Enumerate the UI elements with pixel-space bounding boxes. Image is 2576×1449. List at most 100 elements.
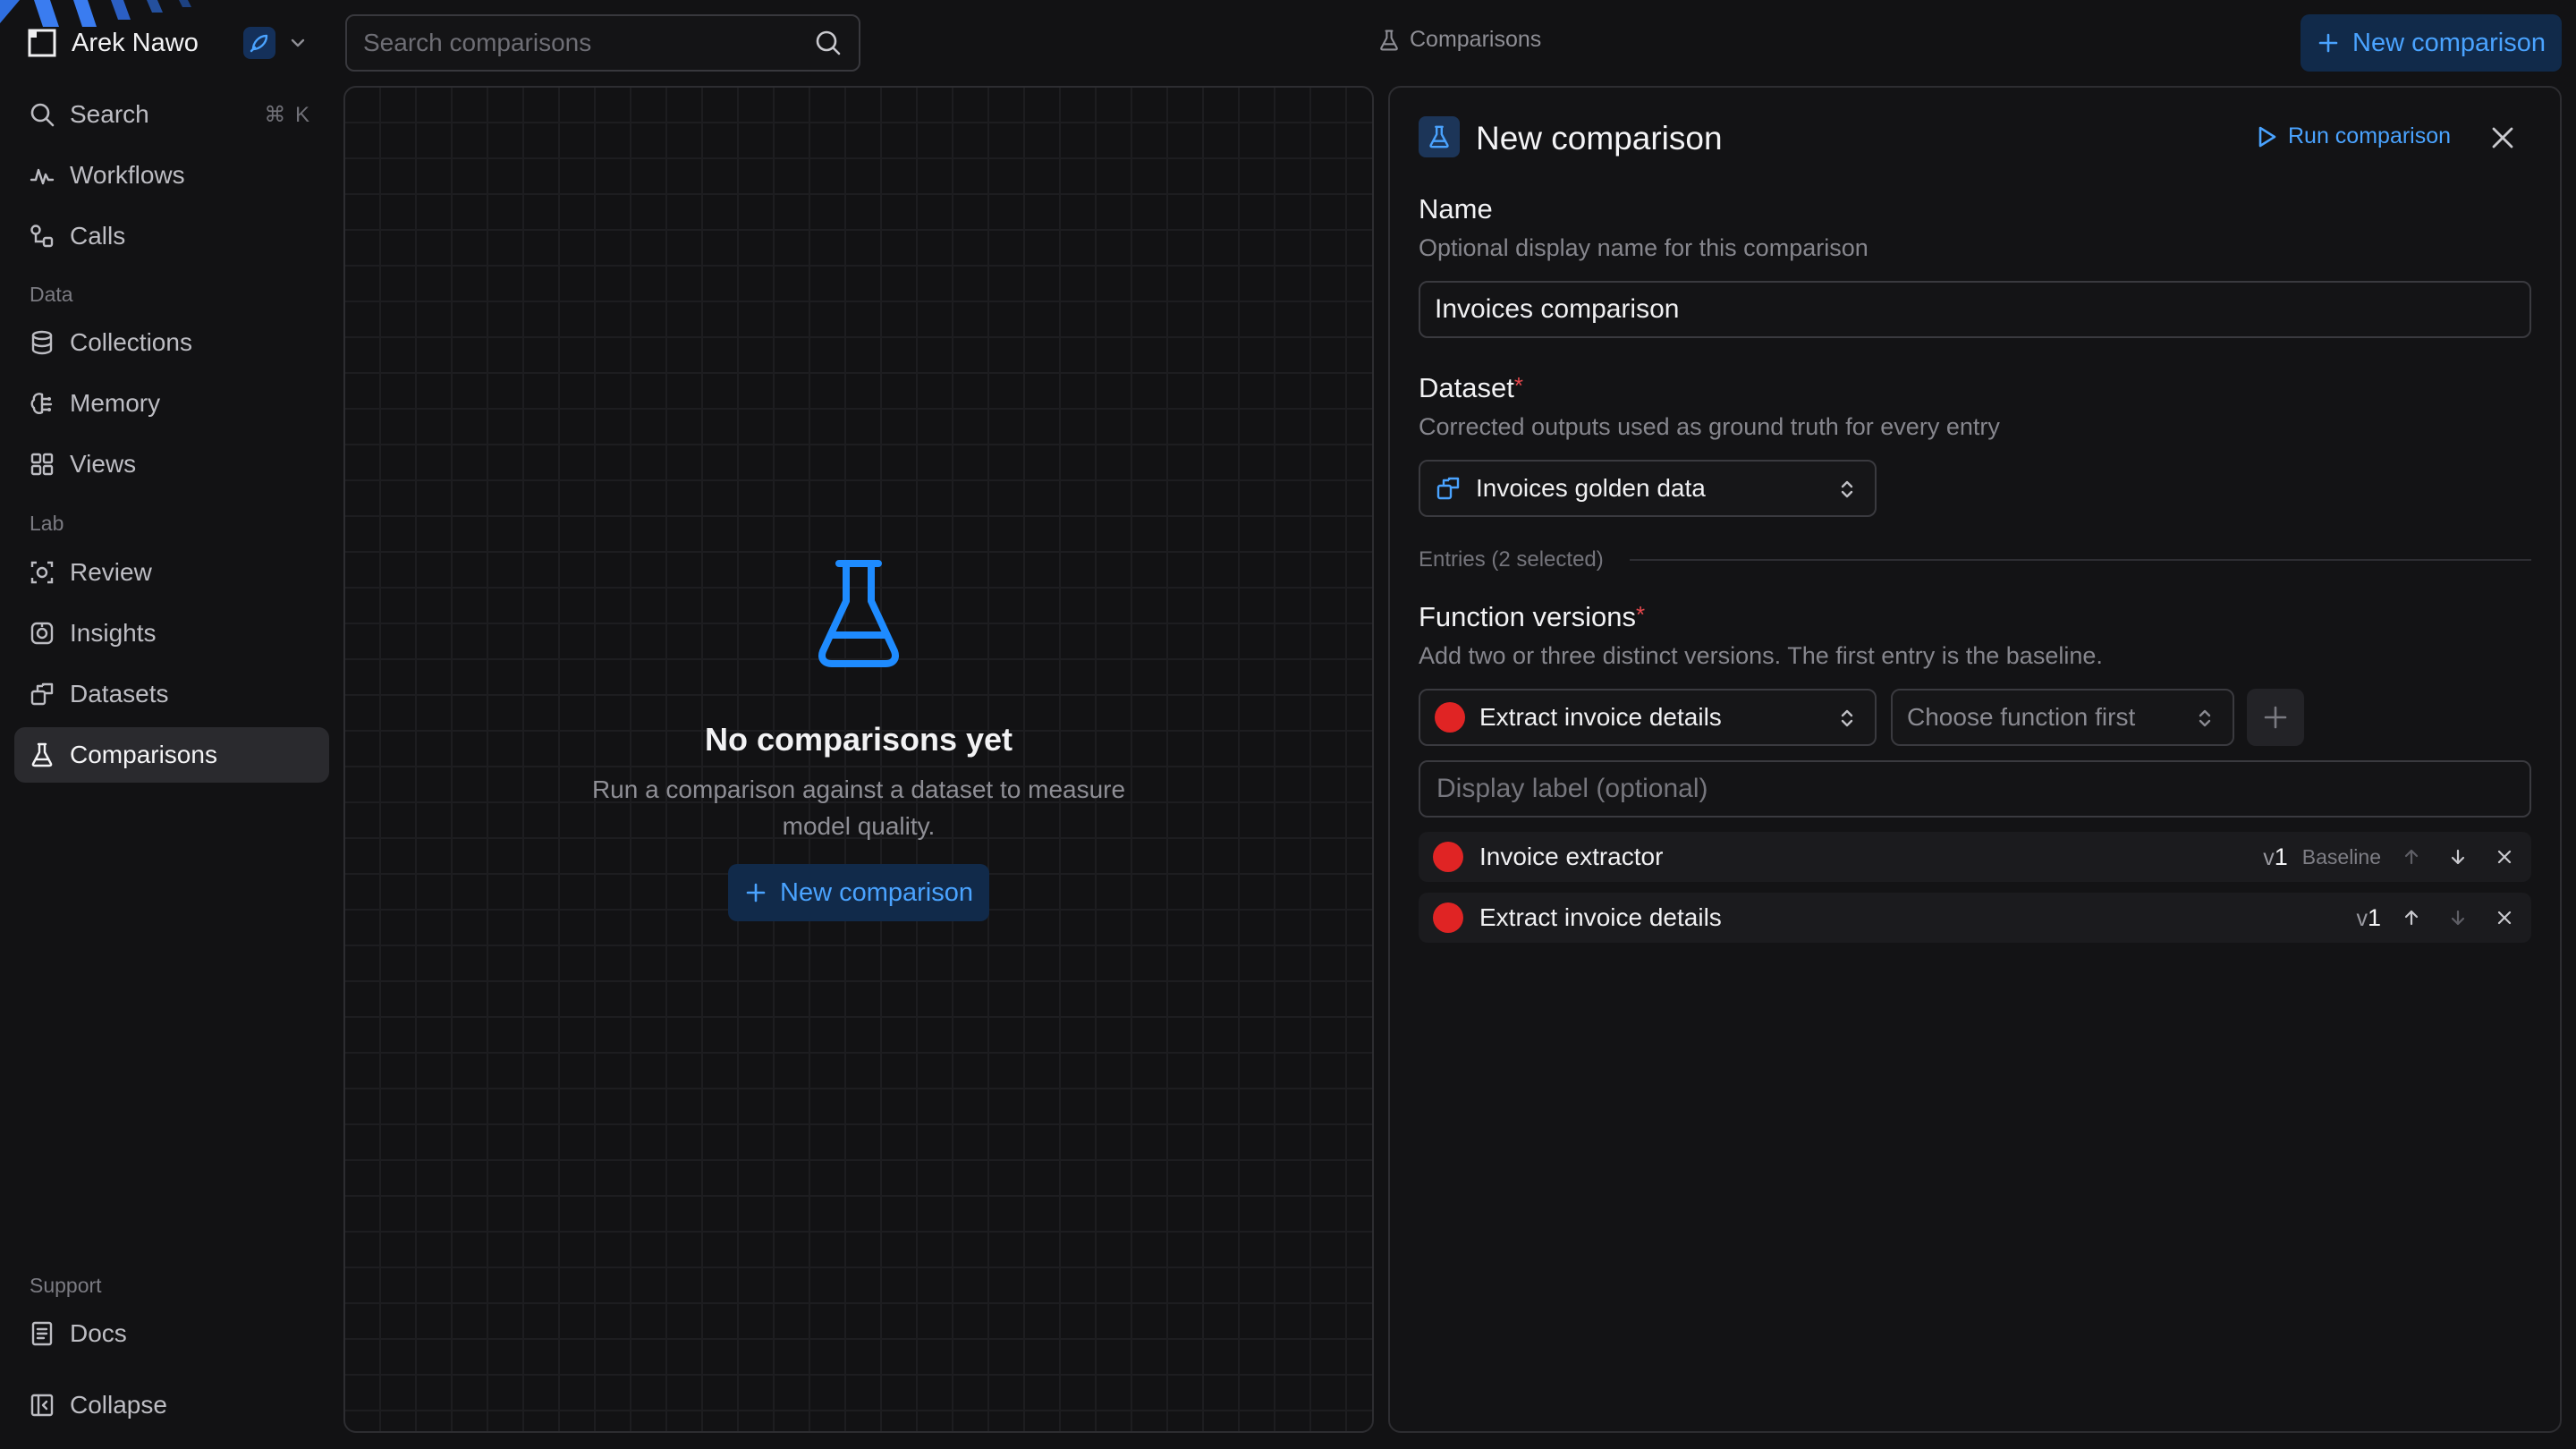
project-switcher[interactable] [243,27,308,59]
sidebar-item-label: Collapse [70,1391,167,1419]
run-comparison-button[interactable]: Run comparison [2254,123,2451,149]
workspace-switcher[interactable]: Arek Nawo [27,21,199,64]
chevron-up-down-icon [1841,709,1853,727]
brain-icon [30,393,53,414]
function-status-dot [1433,842,1463,872]
sidebar-item-calls[interactable]: Calls [14,208,329,264]
database-icon [31,330,53,355]
search-icon[interactable] [814,29,843,57]
sidebar-collapse-button[interactable]: Collapse [14,1377,329,1433]
grid-icon [30,453,54,476]
version-select-placeholder: Choose function first [1907,703,2136,731]
move-up-button[interactable] [2395,841,2428,873]
breadcrumb: Comparisons [1377,27,1541,53]
sidebar-item-review[interactable]: Review [14,545,329,600]
workspace-logo-icon [28,29,56,57]
sidebar-item-collections[interactable]: Collections [14,315,329,370]
empty-state-description: Run a comparison against a dataset to me… [591,775,1126,840]
section-label-support: Support [30,1274,102,1297]
calls-icon [30,225,54,248]
move-down-button[interactable] [2442,902,2474,934]
add-version-button[interactable] [2247,689,2304,746]
sidebar-item-comparisons[interactable]: Comparisons [14,727,329,783]
search-box [345,14,860,72]
name-label-text: Name [1419,193,1493,225]
close-icon [2497,850,2512,864]
workflow-icon [30,168,55,185]
version-prefix: v [2263,844,2275,870]
breadcrumb-label: Comparisons [1410,27,1542,52]
new-comparison-label: New comparison [2352,28,2546,57]
rocket-icon [243,27,275,59]
sidebar-item-datasets[interactable]: Datasets [14,666,329,722]
function-status-dot [1433,902,1463,933]
entries-count: Entries (2 selected) [1419,547,1604,572]
name-hint: Optional display name for this compariso… [1419,234,1868,261]
sidebar-item-label: Search [70,100,149,128]
dataset-hint: Corrected outputs used as ground truth f… [1419,413,2000,440]
move-down-button[interactable] [2442,841,2474,873]
arrow-down-icon [2451,910,2465,926]
required-mark: * [1513,372,1523,399]
plus-icon [746,883,766,902]
sidebar-item-workflows[interactable]: Workflows [14,148,329,203]
version-row: Invoice extractor v1 Baseline [1419,832,2531,882]
panel-title: New comparison [1476,120,1723,157]
move-up-button[interactable] [2395,902,2428,934]
baseline-badge: Baseline [2301,844,2381,869]
datasets-icon [1436,477,1460,500]
insights-icon [30,622,54,645]
remove-version-button[interactable] [2488,902,2521,934]
workspace-name: Arek Nawo [72,28,199,57]
empty-state-title: No comparisons yet [704,721,1013,758]
function-versions-label-text: Function versions [1419,601,1636,632]
sidebar-item-label: Insights [70,619,157,647]
sidebar: Arek Nawo Search ⌘ K Workflows Calls Dat… [0,0,343,1449]
display-label-input[interactable] [1419,760,2531,818]
arrow-up-icon [2404,910,2419,926]
sidebar-item-insights[interactable]: Insights [14,606,329,661]
sidebar-item-search[interactable]: Search ⌘ K [14,87,329,142]
sidebar-item-label: Docs [70,1319,127,1347]
function-select[interactable]: Extract invoice details [1419,689,1877,746]
form-header-icon [1419,116,1460,157]
name-label: Name [1419,193,1493,225]
entries-count-text: Entries (2 selected) [1419,547,1604,572]
version-number: v1 [2356,904,2381,932]
run-comparison-label: Run comparison [2288,123,2452,148]
plus-icon [2264,706,2287,729]
function-select-value: Extract invoice details [1479,703,1722,731]
search-input[interactable] [363,29,814,57]
remove-version-button[interactable] [2488,841,2521,873]
function-status-dot [1435,702,1465,733]
flask-icon [31,742,53,767]
sidebar-item-label: Workflows [70,161,185,189]
close-icon[interactable] [2487,122,2519,154]
sidebar-item-memory[interactable]: Memory [14,376,329,431]
close-icon [2497,911,2512,925]
empty-state-new-comparison-button[interactable]: New comparison [728,864,989,921]
datasets-icon [30,682,54,706]
dataset-label: Dataset* [1419,372,1523,404]
sidebar-item-label: Collections [70,328,192,356]
required-mark: * [1635,601,1646,628]
version-value: 1 [2274,843,2288,870]
sidebar-item-views[interactable]: Views [14,436,329,492]
sidebar-item-label: Calls [70,222,126,250]
dataset-select[interactable]: Invoices golden data [1419,460,1877,517]
name-input[interactable] [1419,281,2531,338]
empty-state-button-label: New comparison [780,877,973,907]
search-icon [30,103,55,127]
version-prefix: v [2356,905,2368,931]
section-label-data: Data [30,283,73,306]
sidebar-item-docs[interactable]: Docs [14,1306,329,1361]
chevron-up-down-icon [2199,709,2211,727]
sidebar-item-label: Datasets [70,680,169,708]
review-icon [30,561,54,584]
new-comparison-button[interactable]: New comparison [2301,14,2562,72]
sidebar-item-label: Comparisons [70,741,217,768]
version-select[interactable]: Choose function first [1891,689,2234,746]
comparisons-list-panel [343,86,1374,1433]
chevron-down-icon [291,38,305,47]
chevron-up-down-icon [1841,480,1853,498]
